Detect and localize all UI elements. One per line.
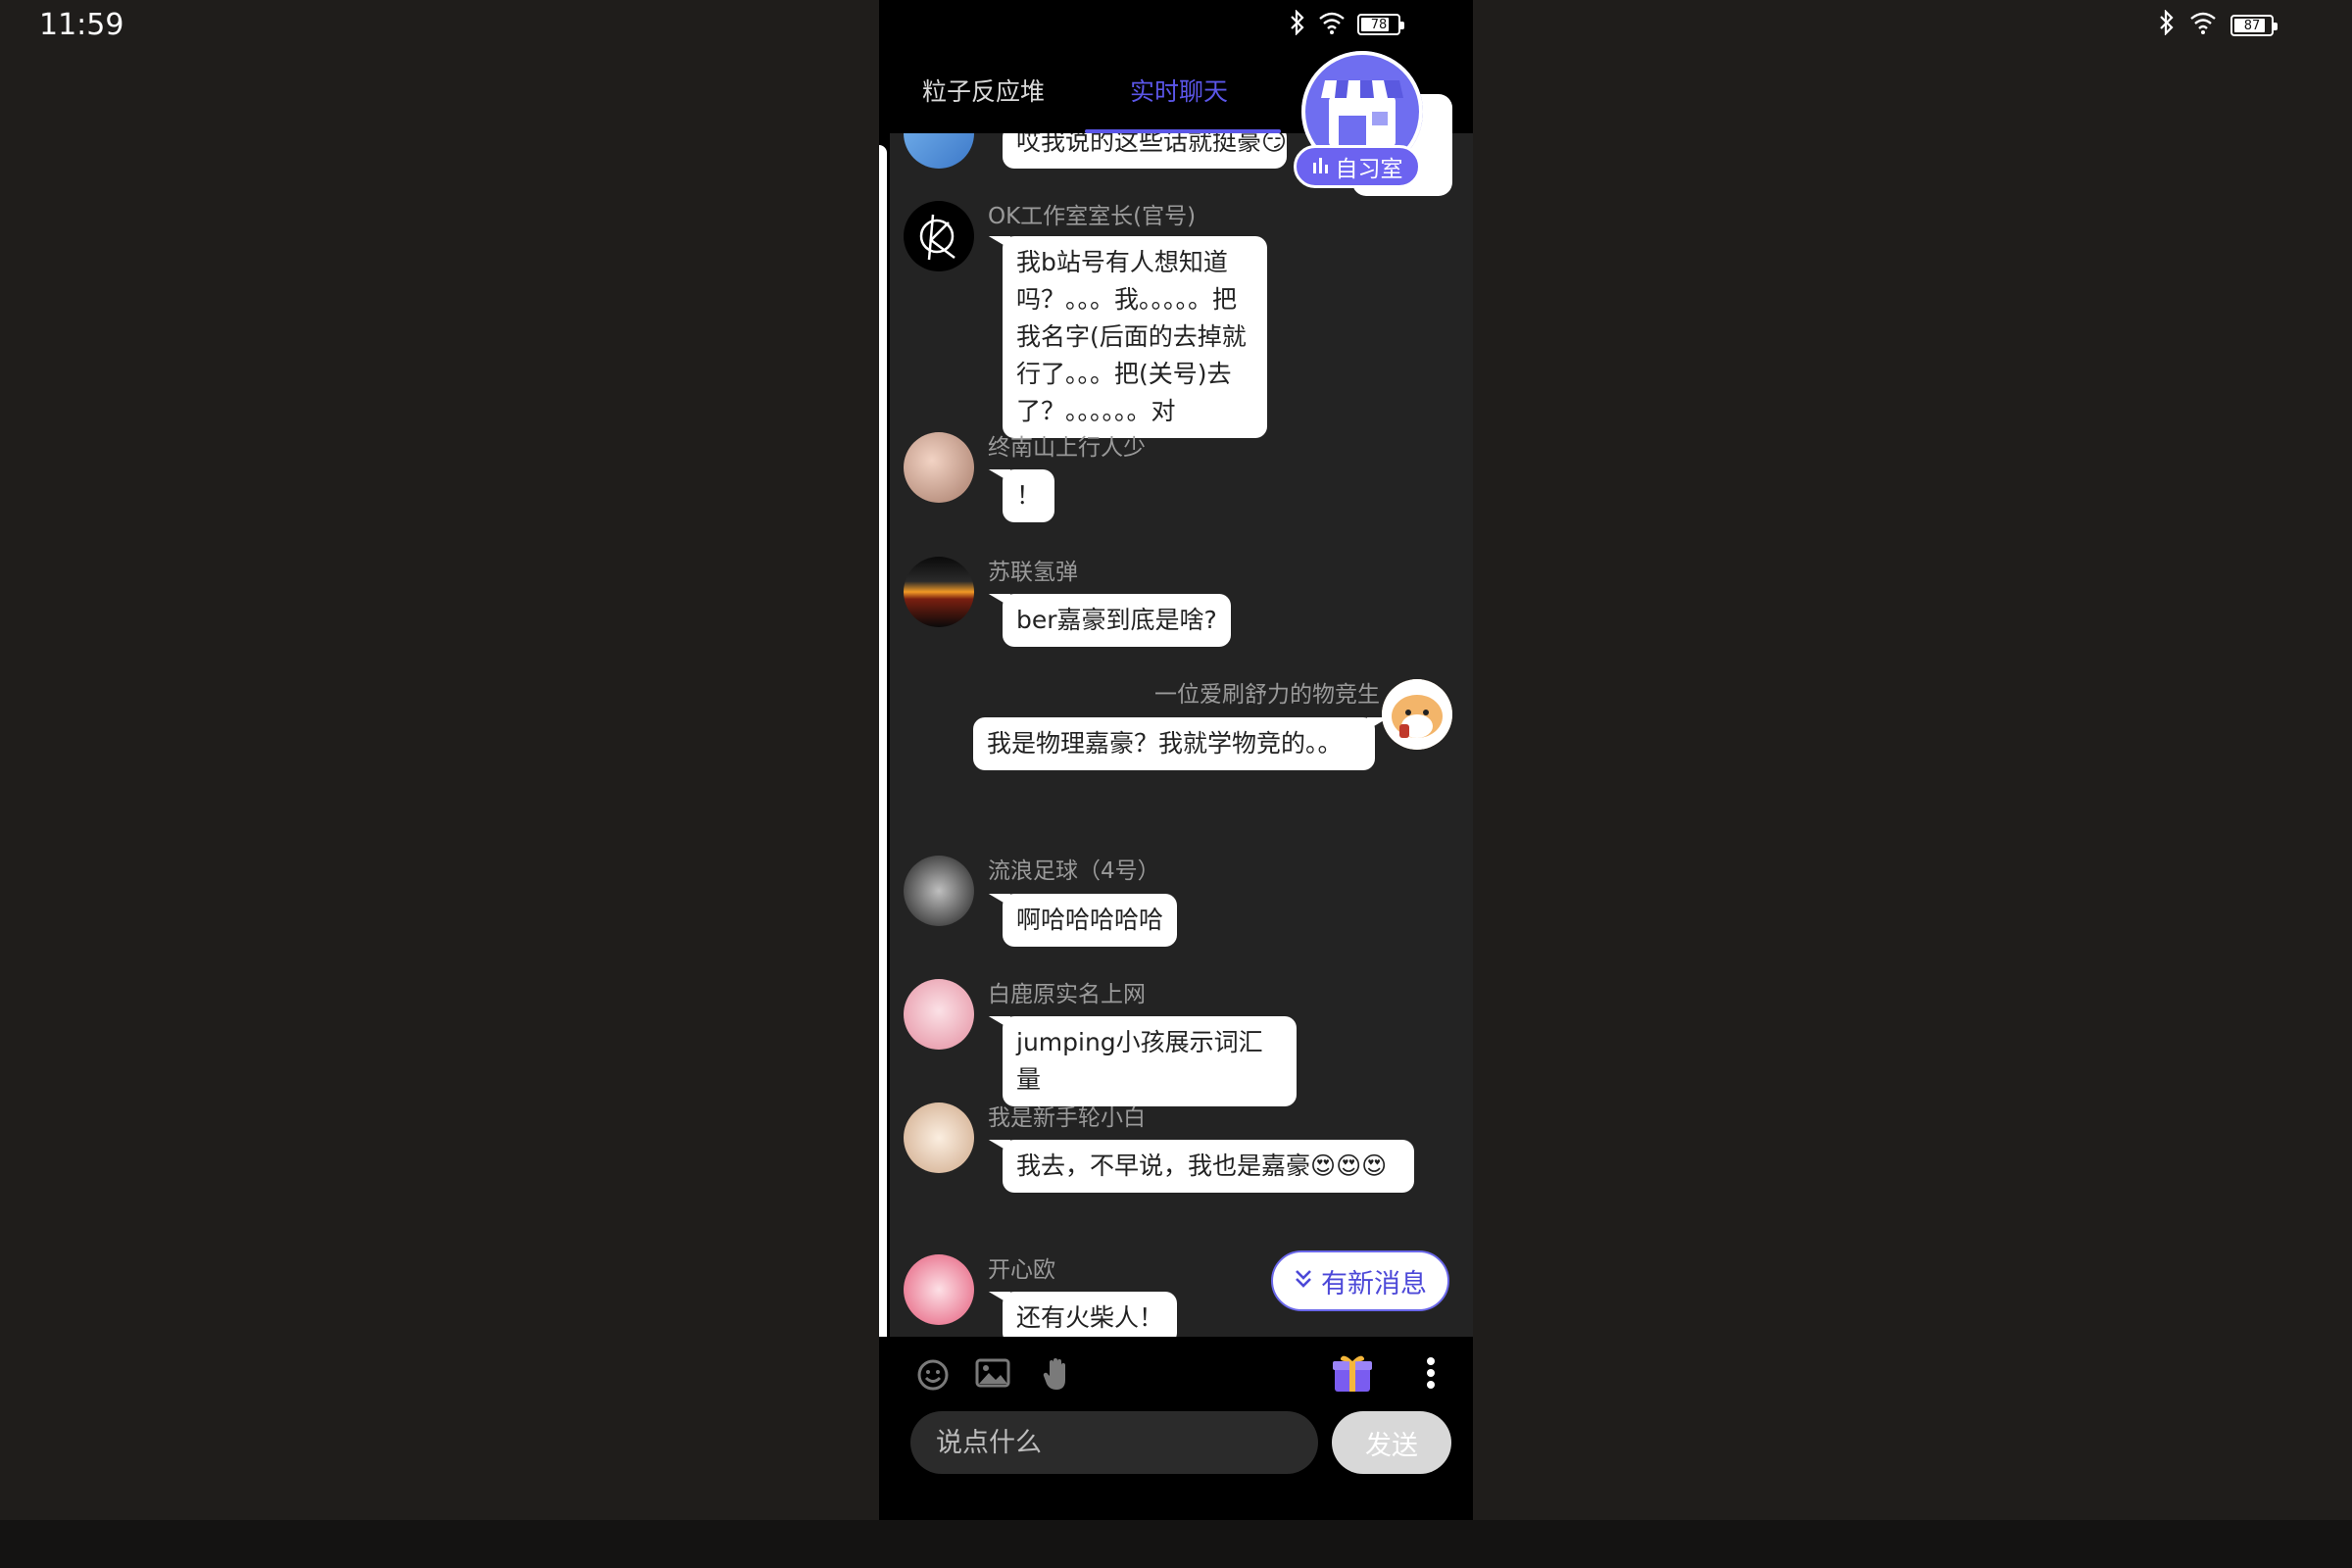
message-composer: 发送: [879, 1409, 1473, 1488]
user-avatar[interactable]: [904, 1102, 974, 1173]
gift-icon[interactable]: [1330, 1350, 1375, 1399]
wifi-icon: [2189, 11, 2217, 40]
study-room-widget[interactable]: 自习室: [1294, 51, 1452, 196]
hamster-avatar-icon: [1382, 679, 1452, 750]
username[interactable]: 一位爱刷舒力的物竞生: [1154, 675, 1380, 709]
message-bubble[interactable]: 还有火柴人！: [1003, 1292, 1178, 1337]
user-avatar[interactable]: [904, 1254, 974, 1325]
username[interactable]: 我是新手轮小白: [988, 1099, 1146, 1132]
bluetooth-icon: [1289, 9, 1306, 39]
wifi-icon: [1318, 11, 1346, 38]
battery-percent: 78: [1370, 17, 1388, 32]
desktop-bottom-bar: [0, 1520, 2352, 1568]
battery-icon: 78: [1357, 14, 1404, 35]
double-chevron-down-icon: [1294, 1266, 1313, 1297]
username[interactable]: 白鹿原实名上网: [988, 975, 1146, 1008]
username[interactable]: 流浪足球（4号）: [988, 852, 1160, 885]
user-avatar[interactable]: [904, 856, 974, 926]
bluetooth-icon: [2158, 9, 2176, 41]
system-clock: 11:59: [39, 8, 124, 42]
send-button[interactable]: 发送: [1332, 1411, 1451, 1474]
user-avatar[interactable]: [904, 432, 974, 503]
more-icon[interactable]: [1426, 1356, 1436, 1394]
message-bubble[interactable]: 哎我说的这些话就挺豪😏: [1003, 133, 1287, 169]
screen: 11:59 87 78 粒子反应堆 实时聊天 哎我说的这些话就挺豪😏 OK工作室…: [0, 0, 2352, 1568]
ok-logo-icon: [919, 214, 956, 261]
study-room-label: 自习室: [1335, 157, 1403, 182]
user-avatar[interactable]: [1382, 679, 1452, 750]
username[interactable]: 苏联氢弹: [988, 553, 1078, 586]
user-avatar[interactable]: [904, 201, 974, 271]
bar-chart-icon: [1312, 154, 1330, 179]
message-bubble[interactable]: ！: [1003, 469, 1055, 522]
phone-app-window: 78 粒子反应堆 实时聊天 哎我说的这些话就挺豪😏 OK工作室室长(官号) 我b站号…: [879, 0, 1473, 1568]
tab-particle-reactor[interactable]: 粒子反应堆: [922, 73, 1045, 108]
raise-hand-icon[interactable]: [1042, 1356, 1071, 1396]
chat-message-list[interactable]: 哎我说的这些话就挺豪😏 OK工作室室长(官号) 我b站号有人想知道吗？。。。我。。。…: [890, 133, 1473, 1337]
emoji-icon[interactable]: [916, 1358, 950, 1396]
study-room-button[interactable]: 自习室: [1294, 145, 1421, 188]
system-status-icons: 87: [2158, 9, 2278, 41]
battery-percent: 87: [2243, 18, 2261, 33]
message-bubble[interactable]: 我去，不早说，我也是嘉豪😍😍😍: [1003, 1140, 1414, 1193]
username[interactable]: 开心欧: [988, 1250, 1055, 1284]
message-bubble[interactable]: ber嘉豪到底是啥?: [1003, 594, 1231, 647]
user-avatar[interactable]: [904, 557, 974, 627]
chat-toolbar: [879, 1337, 1473, 1409]
new-messages-button[interactable]: 有新消息: [1271, 1250, 1449, 1311]
message-bubble[interactable]: jumping小孩展示词汇量: [1003, 1016, 1297, 1106]
side-panel-edge[interactable]: [879, 145, 887, 1370]
battery-icon: 87: [2230, 15, 2278, 36]
message-bubble[interactable]: 啊哈哈哈哈哈: [1003, 894, 1178, 947]
message-bubble[interactable]: 我b站号有人想知道吗？。。。我。。。。。把我名字(后面的去掉就行了。。。把(关号…: [1003, 236, 1267, 438]
message-input[interactable]: [910, 1411, 1318, 1474]
username[interactable]: 终南山上行人少: [988, 428, 1146, 462]
user-avatar[interactable]: [904, 133, 974, 169]
image-icon[interactable]: [975, 1358, 1010, 1392]
username[interactable]: OK工作室室长(官号): [988, 197, 1196, 230]
phone-status-icons: 78: [1289, 9, 1404, 39]
message-bubble[interactable]: 我是物理嘉豪？我就学物竞的。。: [973, 717, 1375, 770]
user-avatar[interactable]: [904, 979, 974, 1050]
new-messages-label: 有新消息: [1321, 1268, 1427, 1299]
tab-live-chat[interactable]: 实时聊天: [1130, 73, 1228, 108]
